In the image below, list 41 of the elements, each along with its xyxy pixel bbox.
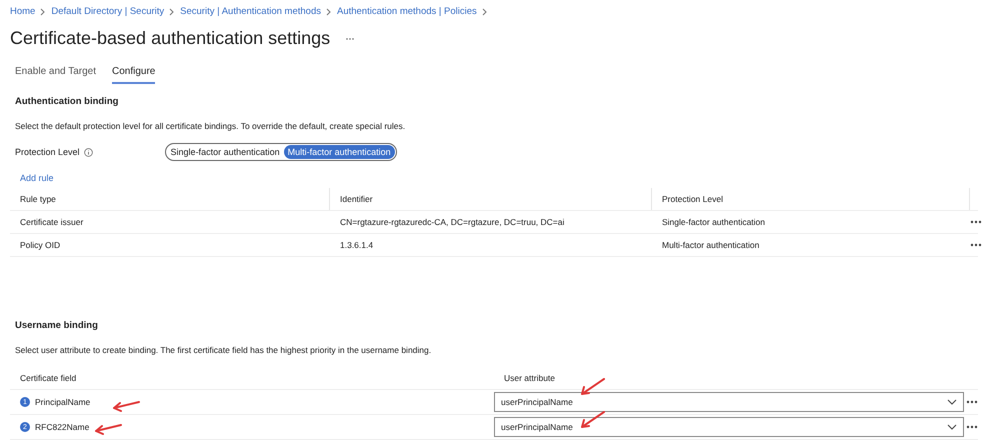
- table-cell-text: CN=rgtazure-rgtazuredc-CA, DC=rgtazure, DC=truu, DC=ai: [339, 217, 566, 227]
- table-cell-text: 1.3.6.1.4: [339, 240, 374, 250]
- table-cell: PrincipalName: [35, 397, 90, 407]
- chevron-down-icon: [947, 424, 957, 430]
- breadcrumb-link[interactable]: Home: [10, 6, 36, 17]
- info-icon[interactable]: [84, 148, 93, 156]
- more-icon[interactable]: [966, 425, 978, 429]
- tab[interactable]: Configure: [112, 66, 156, 84]
- table-cell-text: Multi-factor authentication: [661, 240, 760, 250]
- column-header: Rule type: [10, 188, 330, 210]
- toggle-option[interactable]: Multi-factor authentication: [284, 145, 395, 159]
- column-header: Certificate field: [19, 373, 78, 383]
- section-description: Select the default protection level for all certificate bindings. To override the default, create special rules.: [15, 121, 406, 131]
- attribute-dropdown[interactable]: userPrincipalName: [494, 392, 964, 412]
- table-cell-text: Single-factor authentication: [661, 217, 766, 227]
- section-description: Select user attribute to create binding. The first certificate field has the highest priority in the username binding.: [15, 345, 432, 355]
- table-cell-text: Policy OID: [19, 240, 62, 250]
- field-label: Protection Level: [15, 147, 80, 157]
- chevron-down-icon: [947, 399, 957, 405]
- section-heading: Authentication binding: [15, 96, 120, 107]
- breadcrumb-link[interactable]: Authentication methods | Policies: [336, 6, 477, 17]
- more-icon[interactable]: [966, 400, 978, 404]
- chevron-icon: [326, 8, 332, 16]
- attribute-dropdown[interactable]: userPrincipalName: [494, 417, 964, 437]
- breadcrumb-link[interactable]: Default Directory | Security: [51, 6, 164, 17]
- chevron-icon: [482, 8, 488, 16]
- column-header: User attribute: [503, 373, 556, 383]
- breadcrumb-link[interactable]: Security | Authentication methods: [180, 6, 321, 17]
- add-rule-link[interactable]: Add rule: [20, 173, 978, 183]
- page-title: Certificate-based authentication settings: [10, 28, 330, 49]
- column-header: Identifier: [330, 188, 652, 210]
- section-heading: Username binding: [15, 320, 99, 331]
- toggle-option[interactable]: Single-factor authentication: [166, 145, 284, 159]
- chevron-icon: [40, 8, 46, 16]
- table-cell-text: Certificate issuer: [19, 217, 84, 227]
- more-icon[interactable]: [970, 220, 982, 224]
- tab[interactable]: Enable and Target: [15, 66, 96, 84]
- column-header: Protection Level: [652, 188, 970, 210]
- more-icon[interactable]: [970, 243, 982, 247]
- chevron-icon: [169, 8, 176, 16]
- table-cell: RFC822Name: [35, 422, 90, 432]
